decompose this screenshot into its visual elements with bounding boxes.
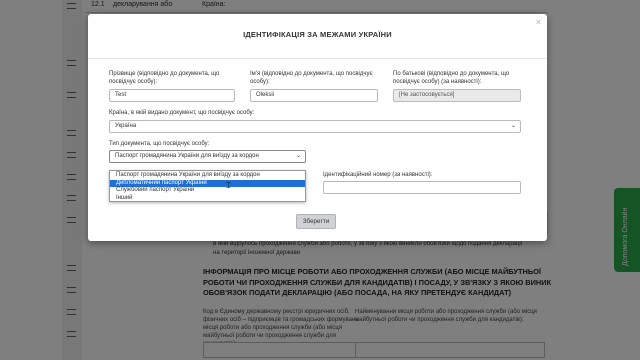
- doctype-select[interactable]: Паспорт громадянина України для виїзду з…: [109, 150, 306, 163]
- modal-title: ІДЕНТИФІКАЦІЯ ЗА МЕЖАМИ УКРАЇНИ: [243, 30, 392, 39]
- surname-value: Test: [115, 92, 127, 98]
- mouse-pointer-icon: ⌶: [226, 181, 231, 190]
- doctype-value: Паспорт громадянина України для виїзду з…: [115, 153, 259, 159]
- dropdown-option-selected[interactable]: Дипломатичний паспорт України: [110, 179, 305, 187]
- name-input[interactable]: Oleksii: [250, 89, 378, 102]
- surname-input[interactable]: Test: [109, 89, 235, 102]
- identification-modal: ІДЕНТИФІКАЦІЯ ЗА МЕЖАМИ УКРАЇНИ × Прізви…: [88, 14, 547, 241]
- patronymic-input: [Не застосовується]: [393, 89, 521, 102]
- id-number-input[interactable]: [323, 181, 521, 194]
- doctype-dropdown-list: Паспорт громадянина України для виїзду з…: [109, 170, 306, 202]
- surname-label: Прізвище (відповідно до документа, що по…: [109, 71, 220, 85]
- name-value: Oleksii: [256, 92, 275, 98]
- country-select[interactable]: Україна ⌄: [109, 120, 521, 133]
- dropdown-option[interactable]: Службовий паспорт України: [110, 187, 305, 195]
- name-label: Ім'я (відповідно до документа, що посвід…: [250, 71, 373, 85]
- country-label: Країна, в якій видано документ, що посві…: [109, 110, 255, 116]
- chevron-down-icon: ⌄: [295, 153, 301, 159]
- patronymic-value: [Не застосовується]: [399, 92, 455, 98]
- close-icon[interactable]: ×: [536, 17, 541, 27]
- country-value: Україна: [115, 123, 137, 129]
- dropdown-option[interactable]: Паспорт громадянина України для виїзду з…: [110, 172, 305, 180]
- doctype-label: Тип документа, що посвідчує особу:: [109, 141, 210, 147]
- dropdown-option[interactable]: Інший: [110, 195, 305, 203]
- save-button[interactable]: Зберегти: [296, 214, 336, 229]
- chevron-down-icon: ⌄: [510, 123, 516, 129]
- patronymic-label: По батькові (відповідно до документа, що…: [393, 71, 510, 85]
- modal-header-divider: [88, 58, 547, 59]
- id-number-label: Ідентифікаційний номер (за наявності):: [323, 172, 433, 178]
